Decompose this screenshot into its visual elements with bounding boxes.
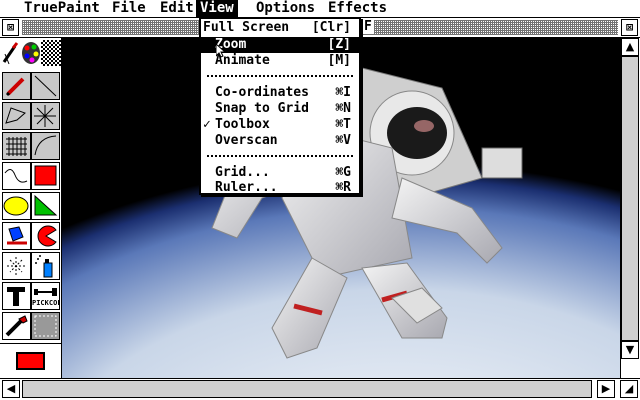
scroll-up-button[interactable]: ▲ bbox=[621, 38, 639, 56]
menu-view[interactable]: View bbox=[196, 0, 238, 17]
pickcol-icon[interactable]: PICKCOL bbox=[31, 282, 60, 310]
polygon-icon[interactable] bbox=[2, 102, 31, 130]
brush-selector-icon[interactable] bbox=[1, 40, 21, 66]
scroll-left-button[interactable]: ◀ bbox=[2, 380, 20, 398]
mouse-pointer-icon bbox=[216, 44, 226, 58]
horizontal-scroll-track[interactable] bbox=[22, 380, 592, 398]
vertical-scrollbar[interactable]: ▲ ▼ bbox=[620, 38, 640, 378]
menu-item-toolbox[interactable]: ✓ Toolbox ⌘T bbox=[201, 117, 359, 133]
triangle-fill-icon[interactable] bbox=[31, 192, 60, 220]
scroll-right-button[interactable]: ▶ bbox=[597, 380, 615, 398]
starburst-icon[interactable] bbox=[31, 102, 60, 130]
pattern-icon[interactable] bbox=[41, 40, 61, 66]
menu-item-coordinates[interactable]: Co-ordinates ⌘I bbox=[201, 85, 359, 101]
menu-item-grid[interactable]: Grid... ⌘G bbox=[201, 165, 359, 181]
text-tool-icon[interactable] bbox=[2, 282, 31, 310]
resize-box-icon[interactable]: ◢ bbox=[620, 380, 638, 398]
scroll-down-button[interactable]: ▼ bbox=[621, 341, 639, 359]
color-swatch-frame bbox=[0, 343, 61, 378]
menu-edit[interactable]: Edit bbox=[156, 0, 198, 17]
spray-can-icon[interactable] bbox=[31, 252, 60, 280]
menu-item-ruler[interactable]: Ruler... ⌘R bbox=[201, 180, 359, 196]
sparkle-icon[interactable] bbox=[2, 252, 31, 280]
palette-icon[interactable] bbox=[21, 40, 41, 66]
selection-icon[interactable] bbox=[31, 312, 60, 340]
menu-item-snap-to-grid[interactable]: Snap to Grid ⌘N bbox=[201, 101, 359, 117]
paint-bucket-icon[interactable] bbox=[2, 222, 31, 250]
menu-bar: TruePaint File Edit View Options Effects bbox=[0, 0, 640, 18]
menu-file[interactable]: File bbox=[108, 0, 150, 17]
menu-effects[interactable]: Effects bbox=[324, 0, 391, 17]
pickcol-label: PICKCOL bbox=[32, 299, 60, 307]
dropper-icon[interactable] bbox=[2, 312, 31, 340]
full-box-button[interactable]: ⊠ bbox=[621, 19, 638, 36]
vertical-scroll-track[interactable] bbox=[621, 56, 639, 341]
menu-item-full-screen[interactable]: Full Screen [Clr] bbox=[201, 20, 359, 36]
horizontal-scrollbar[interactable]: ◀ ▶ ◢ bbox=[0, 378, 640, 400]
rectangle-fill-icon[interactable] bbox=[31, 162, 60, 190]
grid-fill-icon[interactable] bbox=[2, 132, 31, 160]
menu-separator bbox=[207, 155, 353, 157]
menu-truepaint[interactable]: TruePaint bbox=[20, 0, 104, 17]
ellipse-fill-icon[interactable] bbox=[2, 192, 31, 220]
freehand-icon[interactable] bbox=[2, 162, 31, 190]
toolbox: PICKCOL bbox=[0, 38, 62, 378]
pacman-arc-icon[interactable] bbox=[31, 222, 60, 250]
menu-item-overscan[interactable]: Overscan ⌘V bbox=[201, 133, 359, 149]
close-box-button[interactable]: ⊠ bbox=[2, 19, 19, 36]
window-title: F bbox=[362, 19, 374, 34]
pencil-icon[interactable] bbox=[2, 72, 31, 100]
current-color-swatch[interactable] bbox=[16, 352, 45, 370]
menu-separator bbox=[207, 75, 353, 77]
curve-icon[interactable] bbox=[31, 132, 60, 160]
line-icon[interactable] bbox=[31, 72, 60, 100]
checkmark-icon: ✓ bbox=[203, 117, 211, 132]
menu-options[interactable]: Options bbox=[252, 0, 319, 17]
